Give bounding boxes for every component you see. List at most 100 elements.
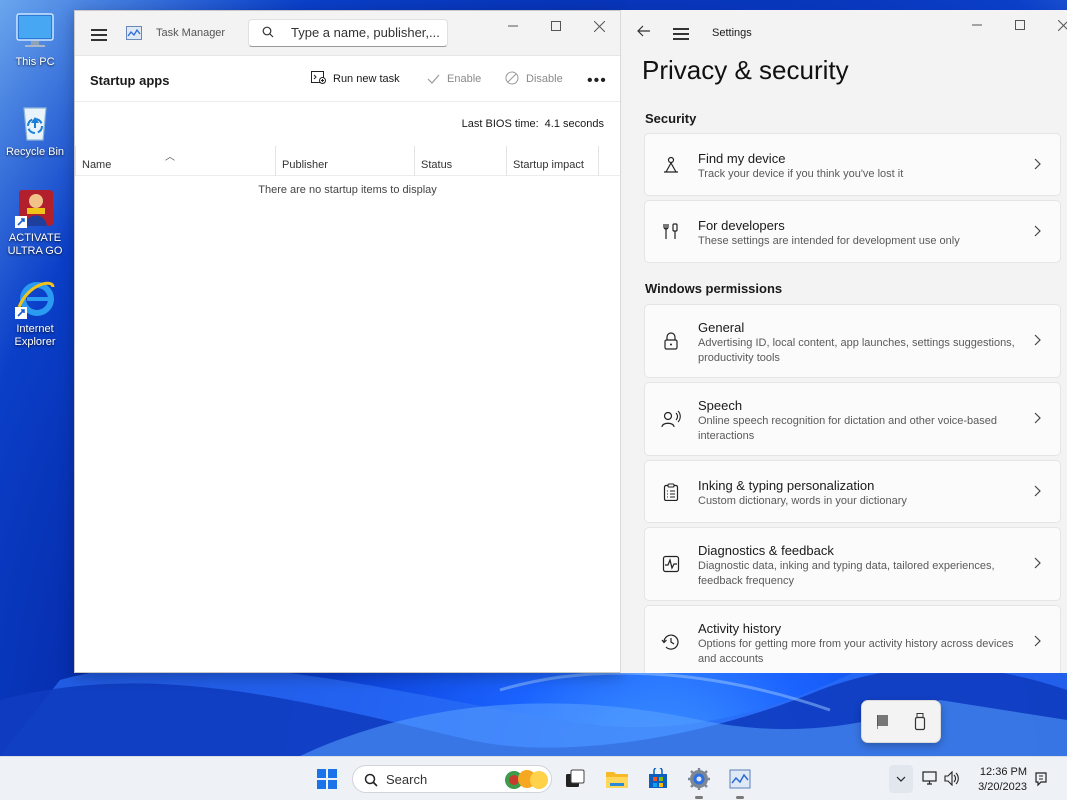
window-title: Task Manager — [156, 27, 226, 39]
desktop-icon-internet-explorer[interactable]: Internet Explorer — [0, 277, 70, 349]
developer-tools-icon — [661, 222, 681, 242]
settings-item-subtitle: Diagnostic data, inking and typing data,… — [698, 560, 995, 587]
disable-button[interactable]: Disable — [505, 70, 563, 88]
notifications-icon[interactable] — [1033, 770, 1049, 792]
page-title: Privacy & security — [642, 55, 849, 85]
task-manager-taskbar-button[interactable] — [727, 766, 753, 799]
disable-label: Disable — [526, 73, 563, 85]
settings-item-general[interactable]: General Advertising ID, local content, a… — [644, 304, 1061, 378]
start-button[interactable] — [314, 766, 340, 792]
flag-icon[interactable] — [876, 715, 889, 734]
taskbar-search-box[interactable]: Search — [352, 765, 552, 793]
show-hidden-icons-button[interactable] — [889, 765, 913, 793]
column-header-name[interactable]: Name — [75, 146, 275, 176]
chevron-right-icon — [1034, 556, 1042, 572]
settings-item-subtitle: Track your device if you think you've lo… — [698, 168, 904, 180]
start-icon — [317, 769, 337, 789]
settings-window: Settings Privacy & security Security Fin… — [620, 10, 1067, 673]
column-header-startup-impact[interactable]: Startup impact — [506, 146, 599, 176]
settings-item-subtitle: Advertising ID, local content, app launc… — [698, 337, 1015, 364]
bios-time-value: 4.1 seconds — [544, 118, 604, 130]
speech-icon — [661, 409, 681, 429]
settings-item-subtitle: Custom dictionary, words in your diction… — [698, 495, 907, 507]
task-manager-titlebar: Task Manager — [75, 11, 620, 55]
app-shortcut-icon — [13, 186, 57, 230]
usb-device-icon[interactable] — [914, 713, 926, 736]
close-button[interactable] — [577, 11, 621, 41]
hamburger-menu-icon[interactable] — [91, 29, 107, 41]
chevron-right-icon — [1034, 333, 1042, 349]
task-manager-content: Startup apps Run new task Enable Disable — [75, 55, 620, 672]
maximize-button[interactable] — [534, 11, 578, 41]
more-options-icon[interactable]: ••• — [587, 72, 607, 90]
search-box[interactable] — [248, 19, 448, 47]
checkmark-icon — [427, 72, 440, 87]
search-icon — [262, 26, 274, 41]
settings-item-inking-typing[interactable]: Inking & typing personalization Custom d… — [644, 460, 1061, 523]
task-manager-app-icon — [126, 26, 142, 45]
settings-icon — [688, 768, 710, 790]
back-arrow-icon[interactable] — [637, 24, 651, 40]
running-indicator — [736, 796, 744, 799]
taskbar-search-label: Search — [386, 772, 428, 787]
hidden-icons-flyout — [861, 700, 941, 743]
enable-label: Enable — [447, 73, 482, 85]
desktop-icon-this-pc[interactable]: This PC — [0, 10, 70, 69]
task-manager-window: Task Manager Startup apps Run new task — [74, 10, 621, 673]
settings-item-speech[interactable]: Speech Online speech recognition for dic… — [644, 382, 1061, 456]
bios-time-label: Last BIOS time: — [461, 118, 539, 130]
search-input[interactable] — [291, 25, 441, 40]
settings-item-for-developers[interactable]: For developers These settings are intend… — [644, 200, 1061, 263]
desktop-icon-label: Recycle Bin — [5, 146, 65, 158]
store-icon — [649, 768, 667, 788]
clock-time: 12:36 PM — [979, 766, 1027, 778]
file-explorer-icon — [606, 772, 628, 788]
history-icon — [661, 632, 681, 652]
search-highlight-icon — [503, 767, 549, 796]
task-manager-icon — [729, 769, 751, 789]
monitor-icon — [13, 10, 57, 54]
file-explorer-button[interactable] — [604, 766, 630, 792]
enable-button[interactable]: Enable — [427, 70, 481, 88]
settings-item-activity-history[interactable]: Activity history Options for getting mor… — [644, 605, 1061, 673]
network-icon[interactable] — [922, 771, 938, 791]
store-button[interactable] — [645, 766, 671, 792]
clock-date: 3/20/2023 — [978, 781, 1027, 793]
volume-icon[interactable] — [944, 770, 960, 791]
run-new-task-label: Run new task — [333, 73, 400, 85]
column-header-publisher[interactable]: Publisher — [275, 146, 414, 176]
desktop-icon-recycle-bin[interactable]: Recycle Bin — [0, 100, 70, 159]
disable-icon — [505, 71, 519, 88]
chevron-up-icon — [896, 776, 906, 782]
page-title: Startup apps — [90, 73, 170, 88]
maximize-button[interactable] — [998, 10, 1042, 40]
diagnostics-icon — [661, 554, 681, 574]
desktop-icon-label: This PC — [15, 56, 55, 68]
minimize-button[interactable] — [491, 11, 535, 41]
chevron-right-icon — [1034, 411, 1042, 427]
minimize-button[interactable] — [955, 10, 999, 40]
settings-item-find-my-device[interactable]: Find my device Track your device if you … — [644, 133, 1061, 196]
recycle-bin-icon — [13, 100, 57, 144]
clipboard-list-icon — [661, 482, 681, 502]
lock-icon — [661, 331, 681, 351]
settings-titlebar: Settings — [621, 10, 1067, 54]
search-icon — [364, 773, 378, 790]
column-header-status[interactable]: Status — [414, 146, 506, 176]
settings-item-diagnostics-feedback[interactable]: Diagnostics & feedback Diagnostic data, … — [644, 527, 1061, 601]
task-view-button[interactable] — [562, 766, 588, 792]
hamburger-menu-icon[interactable] — [673, 28, 689, 40]
desktop-icon-activate-ultra-go[interactable]: ACTIVATE ULTRA GO — [0, 186, 70, 258]
person-location-icon — [661, 155, 681, 175]
close-button[interactable] — [1041, 10, 1067, 40]
settings-item-title: Diagnostics & feedback — [698, 543, 834, 558]
task-view-icon — [566, 769, 585, 787]
settings-taskbar-button[interactable] — [686, 766, 712, 799]
run-new-task-button[interactable]: Run new task — [311, 70, 400, 88]
section-heading-windows-permissions: Windows permissions — [645, 281, 783, 296]
settings-item-subtitle: Online speech recognition for dictation … — [698, 415, 998, 442]
settings-item-title: General — [698, 320, 745, 335]
empty-state-message: There are no startup items to display — [258, 184, 437, 196]
clock[interactable]: 12:36 PM 3/20/2023 — [978, 765, 1027, 795]
window-title: Settings — [712, 27, 752, 39]
